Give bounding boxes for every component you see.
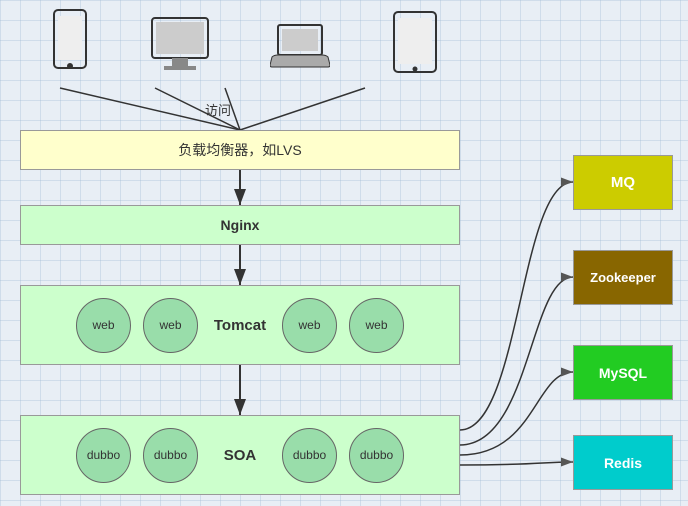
tomcat-label: Tomcat: [210, 317, 270, 334]
web-node-2: web: [143, 298, 198, 353]
mq-label: MQ: [611, 174, 635, 191]
zookeeper-box: Zookeeper: [573, 250, 673, 305]
mysql-label: MySQL: [599, 365, 647, 381]
redis-label: Redis: [604, 455, 642, 471]
dubbo-node-4: dubbo: [349, 428, 404, 483]
redis-box: Redis: [573, 435, 673, 490]
diagram-container: 访问 负载均衡器，如LVS Nginx web web Tomcat web w…: [0, 0, 688, 506]
soa-box: dubbo dubbo SOA dubbo dubbo: [20, 415, 460, 495]
phone-icon: [50, 8, 90, 76]
dubbo-node-1: dubbo: [76, 428, 131, 483]
web-node-3: web: [282, 298, 337, 353]
zookeeper-label: Zookeeper: [590, 270, 656, 285]
lvs-label: 负载均衡器，如LVS: [178, 140, 301, 160]
monitor-icon: [150, 16, 210, 76]
mysql-box: MySQL: [573, 345, 673, 400]
laptop-icon: [270, 21, 330, 76]
web-node-1: web: [76, 298, 131, 353]
tomcat-box: web web Tomcat web web: [20, 285, 460, 365]
devices-row: [20, 8, 470, 76]
lvs-box: 负载均衡器，如LVS: [20, 130, 460, 170]
nginx-box: Nginx: [20, 205, 460, 245]
tablet-icon: [390, 10, 440, 76]
nginx-label: Nginx: [221, 217, 260, 233]
web-node-4: web: [349, 298, 404, 353]
soa-label: SOA: [210, 447, 270, 464]
dubbo-node-3: dubbo: [282, 428, 337, 483]
dubbo-node-2: dubbo: [143, 428, 198, 483]
visit-label: 访问: [205, 100, 231, 119]
mq-box: MQ: [573, 155, 673, 210]
